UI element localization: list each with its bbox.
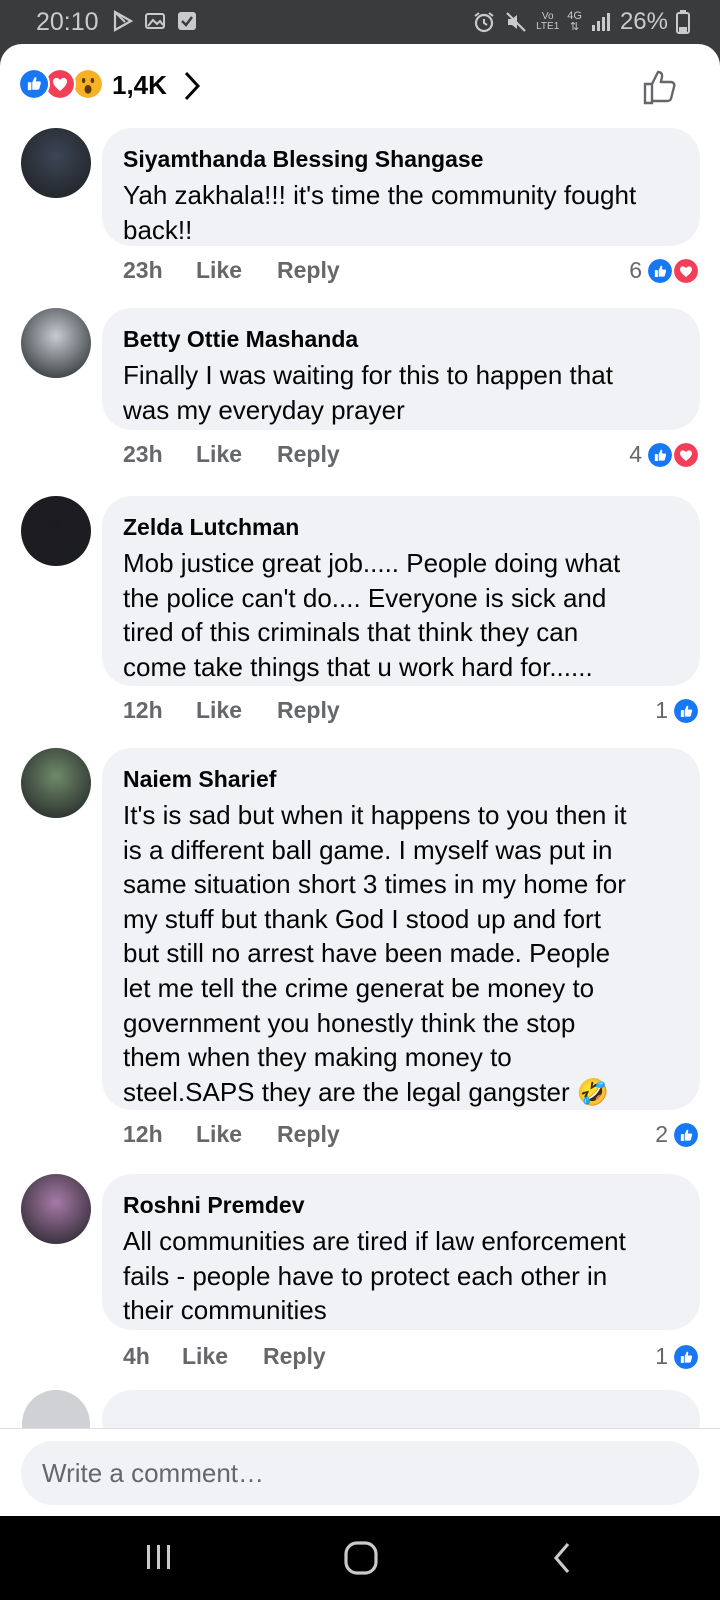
reply-button[interactable]: Reply <box>263 1336 326 1376</box>
like-reaction-icon <box>18 68 50 100</box>
reaction-count[interactable]: 2 <box>655 1114 668 1154</box>
volte-icon: Vo LTE1 <box>536 12 559 32</box>
comment-author[interactable]: Betty Ottie Mashanda <box>123 324 680 358</box>
comment-author[interactable]: Naiem Sharief <box>123 764 680 798</box>
reaction-icons <box>18 68 108 102</box>
image-notification-icon <box>145 13 165 29</box>
like-outline-icon[interactable] <box>642 68 680 106</box>
love-reaction-icon <box>672 441 700 469</box>
reply-button[interactable]: Reply <box>277 250 340 290</box>
comment-actions: 23h Like Reply 6 <box>102 250 700 290</box>
battery-icon <box>676 10 690 34</box>
avatar[interactable] <box>21 748 91 818</box>
reaction-count[interactable]: 1 <box>655 690 668 730</box>
like-reaction-icon <box>646 257 674 285</box>
like-reaction-icon <box>672 1121 700 1149</box>
volte-bottom: LTE1 <box>536 21 560 32</box>
chevron-right-icon[interactable] <box>182 70 202 102</box>
comment-text-line: let me tell the crime generat be money t… <box>123 972 595 1003</box>
comment-bubble[interactable]: Naiem Sharief It's is sad but when it hap… <box>102 748 700 1110</box>
data-arrows-icon: ⇅ <box>570 21 580 33</box>
checkbox-notification-icon <box>178 12 196 30</box>
comments-sheet: 1,4K Siyamthanda Blessing Shangase Yah za… <box>0 44 720 1516</box>
like-button[interactable]: Like <box>196 434 242 474</box>
comment-text-line: Yah zakhala!!! it's time the community f… <box>123 180 637 210</box>
comment-text-line: back!! <box>123 214 193 245</box>
comment-text-line: them when they making money to <box>123 1042 512 1073</box>
avatar[interactable] <box>21 1174 91 1244</box>
status-time: 20:10 <box>36 8 99 36</box>
like-reaction-icon <box>646 441 674 469</box>
reaction-count[interactable]: 1 <box>655 1336 668 1376</box>
comment-text-line: Finally I was waiting for this to happen… <box>123 360 613 390</box>
reply-button[interactable]: Reply <box>277 434 340 474</box>
comment-author[interactable]: Siyamthanda Blessing Shangase <box>123 144 680 178</box>
comment-text-line: but still no arrest have been made. Peop… <box>123 938 611 969</box>
4g-icon: 4G ⇅ <box>567 11 582 33</box>
comment-text-line: my stuff but thank God I stood up and fo… <box>123 903 601 934</box>
comment-timestamp[interactable]: 23h <box>123 434 163 474</box>
like-button[interactable]: Like <box>196 1114 242 1154</box>
comment-text-line: fails - people have to protect each othe… <box>123 1260 608 1291</box>
comment-text-line: steel.SAPS they are the legal gangster 🤣 <box>123 1076 610 1107</box>
avatar[interactable] <box>21 308 91 378</box>
status-notification-icons <box>112 10 198 32</box>
comment-text-line: come take things that u work hard for...… <box>123 651 593 682</box>
status-bar: 20:10 Vo LTE1 4G ⇅ 26% <box>0 0 720 44</box>
like-button[interactable]: Like <box>196 250 242 290</box>
avatar[interactable] <box>21 128 91 198</box>
reactions-header[interactable]: 1,4K <box>0 44 720 128</box>
battery-percent: 26% <box>619 8 668 35</box>
comment-input[interactable] <box>21 1441 699 1505</box>
comment-author[interactable]: Zelda Lutchman <box>123 512 680 546</box>
comment-actions: 12h Like Reply 1 <box>102 690 700 730</box>
comment-timestamp[interactable]: 4h <box>123 1336 150 1376</box>
comment-actions: 23h Like Reply 4 <box>102 434 700 474</box>
comment-timestamp[interactable]: 23h <box>123 250 163 290</box>
comment-bubble[interactable]: Betty Ottie Mashanda Finally I was waitin… <box>102 308 700 430</box>
comment-text-line: was my everyday prayer <box>123 394 405 425</box>
play-store-icon <box>113 10 134 32</box>
reaction-count[interactable]: 4 <box>629 434 642 474</box>
comment-actions: 4h Like Reply 1 <box>102 1336 700 1376</box>
alarm-icon <box>474 12 494 33</box>
like-reaction-icon <box>672 1343 700 1371</box>
reactions-count[interactable]: 1,4K <box>112 70 167 101</box>
comment-timestamp[interactable]: 12h <box>123 1114 163 1154</box>
mute-icon <box>506 12 526 32</box>
comment-timestamp[interactable]: 12h <box>123 690 163 730</box>
comment-text-line: Mob justice great job..... People doing … <box>123 548 621 578</box>
comment-bubble[interactable]: Siyamthanda Blessing Shangase Yah zakhala… <box>102 128 700 246</box>
recents-icon[interactable] <box>142 1540 176 1574</box>
comment-text-line: tired of this criminals that think they … <box>123 617 579 648</box>
comment-text-line: same situation short 3 times in my home … <box>123 869 626 900</box>
comment-actions: 12h Like Reply 2 <box>102 1114 700 1154</box>
comment-author[interactable]: Roshni Premdev <box>123 1190 680 1224</box>
comment-bubble[interactable]: Roshni Premdev All communities are tired … <box>102 1174 700 1330</box>
comment-bubble[interactable]: Zelda Lutchman Mob justice great job.....… <box>102 496 700 686</box>
reply-button[interactable]: Reply <box>277 690 340 730</box>
comment-text-line: is a different ball game. I myself was p… <box>123 834 613 865</box>
comment-text-line: All communities are tired if law enforce… <box>123 1226 626 1256</box>
android-nav-bar <box>0 1516 720 1600</box>
back-icon[interactable] <box>550 1540 574 1576</box>
status-right-icons: Vo LTE1 4G ⇅ 26% <box>472 8 690 36</box>
reaction-count[interactable]: 6 <box>629 250 642 290</box>
comment-text-line: the police can't do.... Everyone is sick… <box>123 582 607 613</box>
like-reaction-icon <box>672 697 700 725</box>
love-reaction-icon <box>672 257 700 285</box>
signal-icon <box>591 13 610 31</box>
comment-text-line: It's is sad but when it happens to you t… <box>123 800 627 830</box>
comment-text-line: their communities <box>123 1295 327 1326</box>
home-icon[interactable] <box>343 1540 379 1576</box>
like-button[interactable]: Like <box>182 1336 228 1376</box>
comment-composer <box>0 1428 720 1516</box>
wow-reaction-icon <box>72 68 104 100</box>
comment-text-line: government you honestly think the stop <box>123 1007 576 1038</box>
avatar[interactable] <box>21 496 91 566</box>
like-button[interactable]: Like <box>196 690 242 730</box>
reply-button[interactable]: Reply <box>277 1114 340 1154</box>
